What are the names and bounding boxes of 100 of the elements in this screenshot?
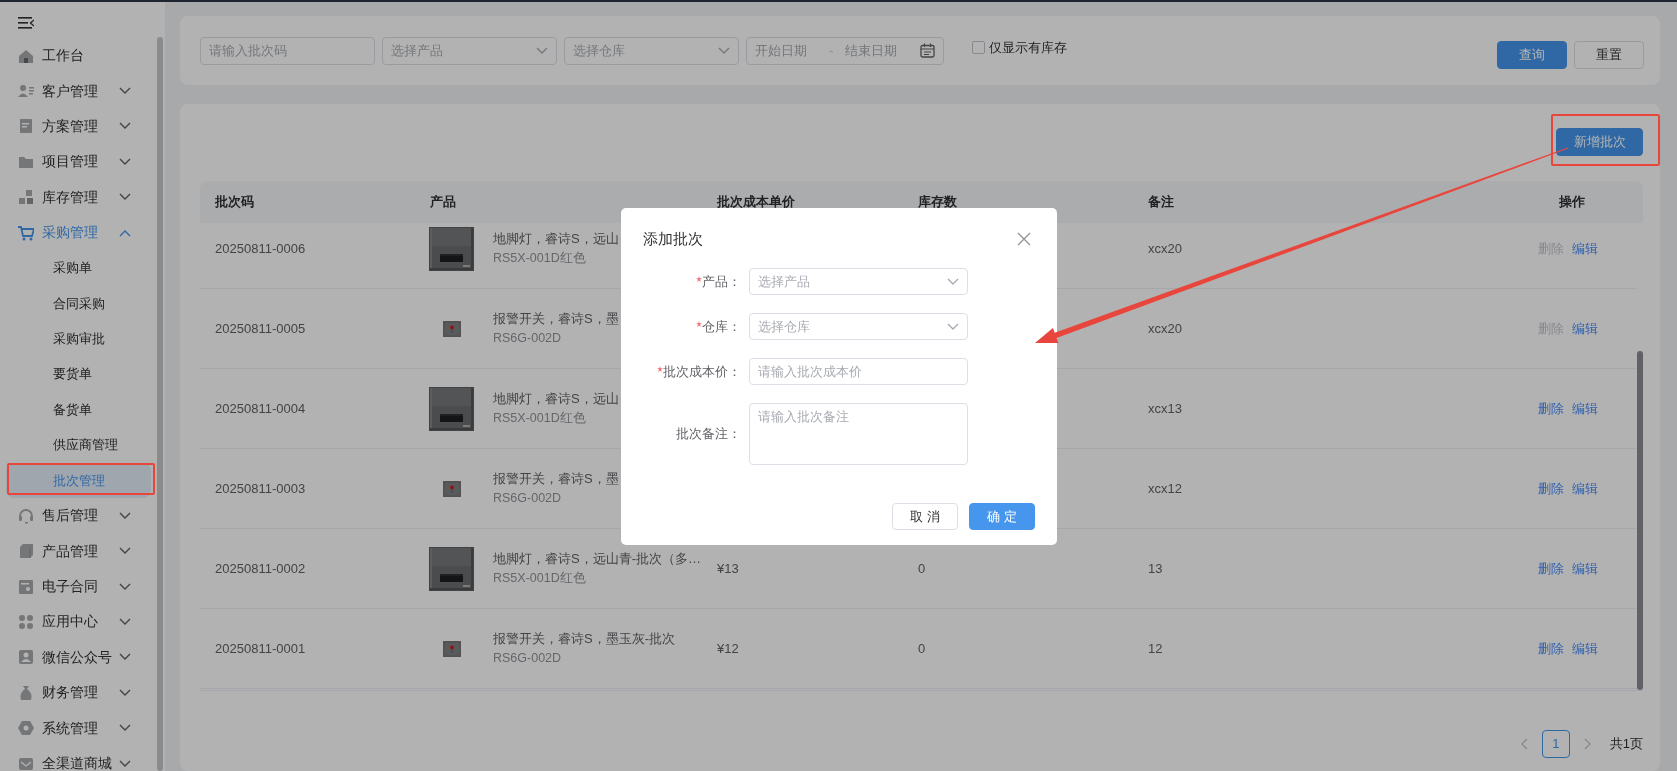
table-cell: 0 xyxy=(918,560,926,576)
end-date-placeholder: 结束日期 xyxy=(845,41,898,60)
sidebar-item[interactable]: 库存管理 xyxy=(0,179,157,215)
contract-icon xyxy=(18,578,34,595)
table-cell: 0 xyxy=(918,640,926,656)
select-field[interactable]: 选择产品 xyxy=(749,268,968,295)
page-button[interactable]: 1 xyxy=(1541,730,1570,758)
headset-icon xyxy=(18,507,34,524)
dropdown-icon xyxy=(947,277,959,286)
table-cell-text: xcx13 xyxy=(1147,399,1183,418)
delete-link[interactable]: 删除 xyxy=(1538,558,1564,579)
product-code: RS5X-001D红色 xyxy=(493,569,587,587)
sidebar-subitem[interactable]: 合同采购 xyxy=(6,285,151,322)
column-header: 库存数 xyxy=(917,193,958,212)
product-name: 报警开关，睿诗S，墨 xyxy=(493,310,619,329)
product-name: 地脚灯，睿诗S，远山 xyxy=(493,390,619,409)
form-label: 批次成本价： xyxy=(663,362,741,381)
table-cell-text: 20250811-0004 xyxy=(214,399,307,418)
table-cell-text: xcx20 xyxy=(1147,319,1183,338)
input-field[interactable]: 请输入批次成本价 xyxy=(749,358,968,385)
sidebar-item[interactable]: 系统管理 xyxy=(0,710,157,746)
table-cell-text: 13 xyxy=(1147,559,1164,578)
form-label: 仓库： xyxy=(702,317,741,336)
dialog-title: 添加批次 xyxy=(643,228,703,249)
sidebar-item[interactable]: 产品管理 xyxy=(0,533,157,569)
reset-button[interactable]: 重置 xyxy=(1574,40,1644,69)
date-range-field[interactable]: 开始日期 - 结束日期 xyxy=(746,36,944,65)
checkbox[interactable] xyxy=(972,41,985,54)
product-code: RS6G-002D xyxy=(493,649,563,667)
sidebar-item[interactable]: 应用中心 xyxy=(0,604,157,640)
blocks-icon xyxy=(18,189,34,206)
table-cell-text: 20250811-0002 xyxy=(214,559,307,578)
money-bag-icon xyxy=(18,684,34,701)
apps-icon xyxy=(18,613,34,630)
select-field[interactable]: 选择仓库 xyxy=(564,36,739,65)
delete-link[interactable]: 删除 xyxy=(1538,398,1564,419)
sidebar-subitem[interactable]: 要货单 xyxy=(6,356,151,392)
checkbox-label: 仅显示有库存 xyxy=(989,38,1067,57)
sidebar-item[interactable]: 客户管理 xyxy=(0,73,157,109)
delete-link[interactable]: 删除 xyxy=(1538,478,1564,499)
product-name: 报警开关，睿诗S，墨玉灰-批次 xyxy=(493,630,675,649)
sidebar-item[interactable]: 工作台 xyxy=(0,38,157,74)
scrollbar-thumb[interactable] xyxy=(157,37,163,771)
sidebar-subitem[interactable]: 采购审批 xyxy=(6,321,151,357)
sidebar-item[interactable]: 电子合同 xyxy=(0,568,157,605)
product-code: RS5X-001D红色 xyxy=(493,249,587,267)
product-code: RS5X-001D红色 xyxy=(493,409,587,427)
box-icon xyxy=(18,543,34,560)
table-cell-text: 20250811-0005 xyxy=(214,319,307,338)
sidebar-item[interactable]: 方案管理 xyxy=(0,108,157,145)
sidebar-subitem[interactable]: 供应商管理 xyxy=(6,427,151,463)
edit-link[interactable]: 编辑 xyxy=(1572,318,1598,339)
add-batch-button[interactable]: 新增批次 xyxy=(1556,128,1643,156)
table-cell-text: 20250811-0003 xyxy=(214,479,307,498)
scrollbar-thumb[interactable] xyxy=(1637,351,1643,690)
sidebar-item[interactable]: 微信公众号 xyxy=(0,639,157,676)
column-header: 批次码 xyxy=(214,193,255,212)
select-field[interactable]: 选择仓库 xyxy=(749,313,968,340)
table-cell-text: 20250811-0006 xyxy=(214,239,307,258)
sidebar-subitem[interactable]: 采购单 xyxy=(6,250,151,286)
product-code: RS6G-002D xyxy=(493,489,563,507)
menu-icon[interactable] xyxy=(18,16,34,29)
hexagon-icon xyxy=(18,720,34,737)
form-label: 批次备注： xyxy=(676,425,741,444)
table-cell: ¥13 xyxy=(717,560,739,576)
textarea-field[interactable]: 请输入批次备注 xyxy=(749,403,968,465)
user-icon xyxy=(18,649,34,666)
sidebar-item[interactable]: 售后管理 xyxy=(0,498,157,534)
edit-link[interactable]: 编辑 xyxy=(1572,398,1598,419)
product-code: RS6G-002D xyxy=(493,329,563,347)
cart-icon xyxy=(18,224,34,241)
edit-link[interactable]: 编辑 xyxy=(1572,638,1598,659)
table-cell-text: xcx12 xyxy=(1147,479,1183,498)
page-total: 共1页 xyxy=(1609,735,1643,754)
table-cell-text: xcx20 xyxy=(1147,239,1183,258)
sidebar-item[interactable]: 全渠道商城 xyxy=(0,745,157,771)
search-button[interactable]: 查询 xyxy=(1497,40,1567,69)
sidebar-item[interactable]: 项目管理 xyxy=(0,144,157,180)
close-icon[interactable] xyxy=(1017,232,1031,246)
sidebar-subitem[interactable]: 备货单 xyxy=(6,391,151,428)
cancel-button[interactable]: 取 消 xyxy=(892,503,958,530)
column-header: 产品 xyxy=(429,193,457,212)
range-separator: - xyxy=(829,41,834,60)
contact-card-icon xyxy=(18,83,34,100)
column-header: 备注 xyxy=(1147,193,1175,212)
select-field[interactable]: 选择产品 xyxy=(382,36,557,65)
delete-link[interactable]: 删除 xyxy=(1538,638,1564,659)
sidebar-item[interactable]: 财务管理 xyxy=(0,675,157,711)
edit-link[interactable]: 编辑 xyxy=(1572,558,1598,579)
edit-link[interactable]: 编辑 xyxy=(1572,478,1598,499)
column-header: 批次成本单价 xyxy=(716,193,796,212)
table-cell-text: 12 xyxy=(1147,639,1164,658)
sidebar-item[interactable]: 采购管理 xyxy=(0,214,157,251)
table-cell: ¥12 xyxy=(717,640,739,656)
confirm-button[interactable]: 确 定 xyxy=(969,503,1035,530)
calendar-icon xyxy=(920,43,935,58)
previous-page-icon[interactable] xyxy=(1519,738,1528,750)
product-name: 报警开关，睿诗S，墨 xyxy=(493,470,619,489)
edit-link[interactable]: 编辑 xyxy=(1572,238,1598,259)
next-page-icon[interactable] xyxy=(1583,738,1592,750)
